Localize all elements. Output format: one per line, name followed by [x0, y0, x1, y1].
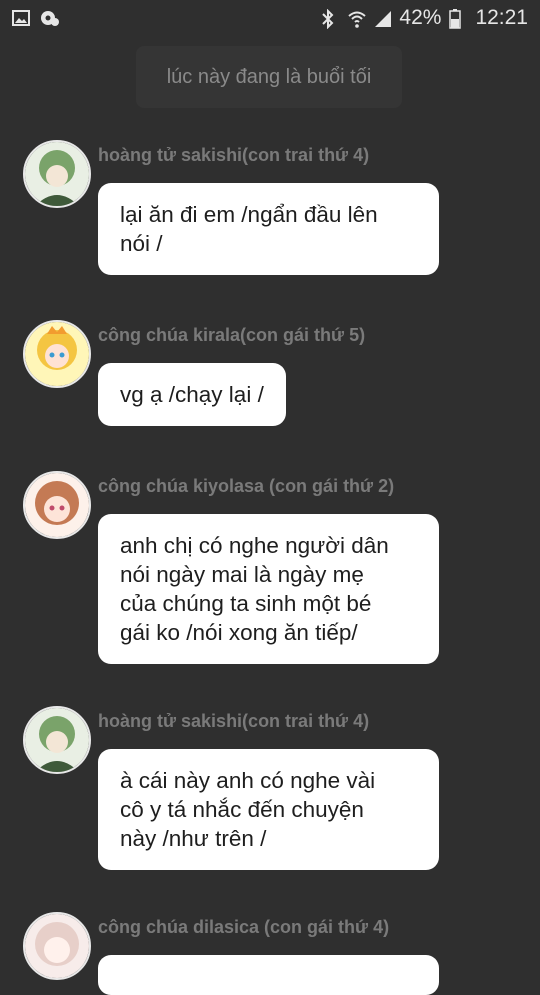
message-bubble: vg ạ /chạy lại /: [98, 363, 286, 426]
settings-notification-icon: [40, 9, 59, 27]
sender-name: hoàng tử sakishi(con trai thứ 4): [98, 145, 370, 165]
avatar[interactable]: [23, 912, 91, 980]
wifi-icon: [347, 9, 367, 28]
avatar[interactable]: [23, 706, 91, 774]
message-bubble: [98, 955, 439, 995]
signal-icon: [373, 9, 392, 27]
avatar[interactable]: [23, 140, 91, 208]
avatar[interactable]: [23, 471, 91, 539]
battery-icon: [449, 9, 467, 29]
status-bar: 42% 12:21: [0, 0, 540, 38]
sender-name: công chúa dilasica (con gái thứ 4): [98, 917, 390, 937]
clock: 12:21: [475, 6, 528, 29]
message-bubble: anh chị có nghe người dân nói ngày mai l…: [98, 514, 439, 664]
image-icon: [12, 9, 30, 27]
avatar[interactable]: [23, 320, 91, 388]
sender-name: công chúa kirala(con gái thứ 5): [98, 325, 366, 345]
message-bubble: lại ăn đi em /ngẩn đầu lên nói /: [98, 183, 439, 275]
sender-name: công chúa kiyolasa (con gái thứ 2): [98, 476, 395, 496]
battery-percent: 42%: [399, 6, 442, 29]
system-message: lúc này đang là buổi tối: [136, 46, 402, 108]
message-bubble: à cái này anh có nghe vài cô y tá nhắc đ…: [98, 749, 439, 870]
bluetooth-icon: [321, 8, 339, 30]
sender-name: hoàng tử sakishi(con trai thứ 4): [98, 711, 370, 731]
status-left: [12, 9, 59, 27]
status-right: 42% 12:21: [321, 6, 528, 30]
